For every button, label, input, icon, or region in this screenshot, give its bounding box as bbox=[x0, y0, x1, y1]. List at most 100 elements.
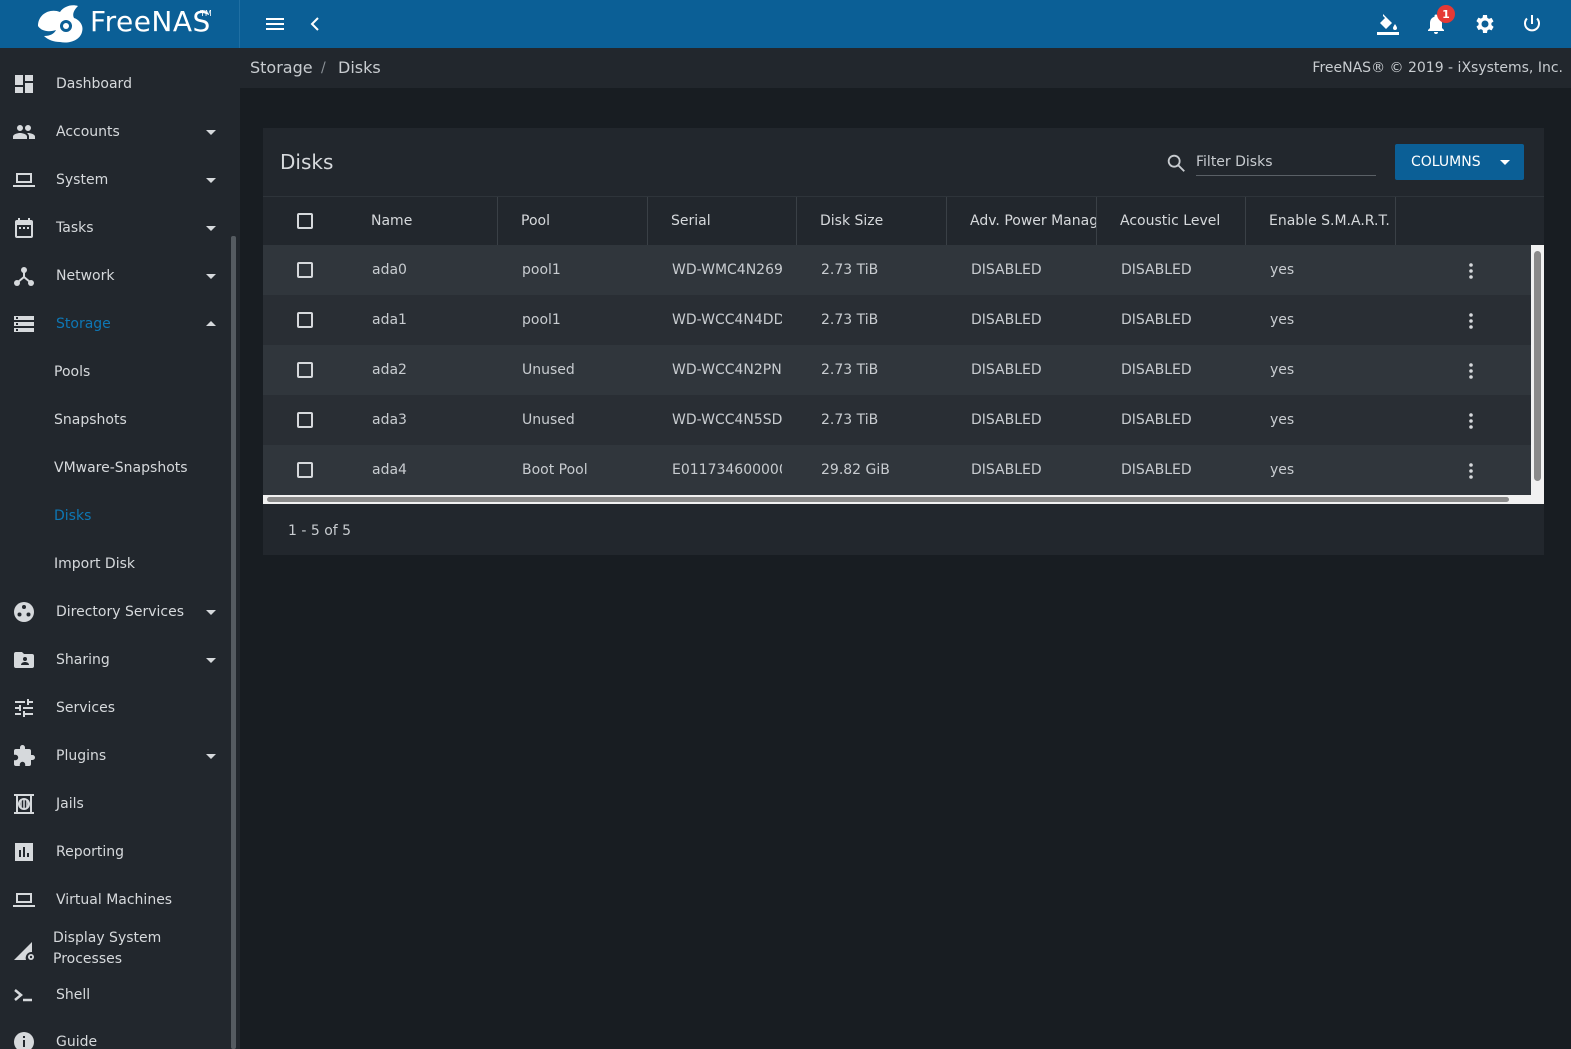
column-header-disk-size[interactable]: Disk Size bbox=[820, 197, 945, 245]
column-divider[interactable] bbox=[647, 197, 648, 245]
sidebar-item-dashboard[interactable]: Dashboard bbox=[0, 60, 230, 108]
page-title: Disks bbox=[280, 150, 334, 174]
theme-button[interactable] bbox=[1376, 12, 1400, 36]
more-vert-icon[interactable] bbox=[1461, 311, 1481, 331]
cell-adv-power: DISABLED bbox=[971, 312, 1042, 328]
sidebar-item-directory-services[interactable]: Directory Services bbox=[0, 588, 230, 636]
row-checkbox[interactable] bbox=[297, 362, 313, 378]
row-checkbox[interactable] bbox=[297, 262, 313, 278]
sidebar-item-label: System bbox=[56, 172, 109, 188]
cell-smart: yes bbox=[1270, 312, 1295, 328]
sidebar-subitem-label: Snapshots bbox=[54, 412, 127, 428]
column-divider[interactable] bbox=[1096, 197, 1097, 245]
power-icon bbox=[1524, 15, 1540, 32]
power-button[interactable] bbox=[1520, 12, 1544, 36]
filter-disks-input[interactable] bbox=[1196, 148, 1376, 176]
row-checkbox[interactable] bbox=[297, 412, 313, 428]
sidebar-item-label: Services bbox=[56, 700, 116, 716]
sidebar-subitem-disks[interactable]: Disks bbox=[0, 492, 230, 540]
column-divider[interactable] bbox=[946, 197, 947, 245]
cell-smart: yes bbox=[1270, 262, 1295, 278]
tune-icon bbox=[15, 699, 33, 717]
column-header-enable-smart[interactable]: Enable S.M.A.R.T. bbox=[1269, 197, 1395, 245]
column-divider[interactable] bbox=[796, 197, 797, 245]
sidebar-item-services[interactable]: Services bbox=[0, 684, 230, 732]
dashboard-icon bbox=[15, 75, 33, 93]
cell-acoustic: DISABLED bbox=[1121, 312, 1192, 328]
table-row[interactable]: ada0 pool1 WD-WMC4N269 2.73 TiB DISABLED… bbox=[263, 245, 1531, 295]
sidebar-item-display-system-processes[interactable]: Display System Processes bbox=[0, 924, 230, 976]
sidebar-scrollbar[interactable] bbox=[231, 236, 236, 1049]
caret-up-icon bbox=[206, 321, 216, 326]
sidebar-item-jails[interactable]: Jails bbox=[0, 780, 230, 828]
more-vert-icon[interactable] bbox=[1461, 461, 1481, 481]
settings-button[interactable] bbox=[1472, 12, 1496, 36]
column-divider[interactable] bbox=[1245, 197, 1246, 245]
copyright-text: FreeNAS® © 2019 - iXsystems, Inc. bbox=[1312, 60, 1563, 76]
table-vertical-scrollbar[interactable] bbox=[1531, 245, 1544, 495]
sidebar-item-sharing[interactable]: Sharing bbox=[0, 636, 230, 684]
cell-acoustic: DISABLED bbox=[1121, 362, 1192, 378]
sidebar-item-label: Plugins bbox=[56, 748, 107, 764]
table-row[interactable]: ada3 Unused WD-WCC4N5SD 2.73 TiB DISABLE… bbox=[263, 395, 1531, 445]
sidebar-item-plugins[interactable]: Plugins bbox=[0, 732, 230, 780]
scrollbar-thumb[interactable] bbox=[1534, 251, 1541, 481]
sidebar-subitem-label: VMware-Snapshots bbox=[54, 460, 188, 476]
breadcrumb: Storage / Disks FreeNAS® © 2019 - iXsyst… bbox=[240, 48, 1571, 88]
cell-serial: WD-WMC4N269 bbox=[672, 262, 782, 278]
caret-down-icon bbox=[1500, 160, 1510, 165]
table-row[interactable]: ada1 pool1 WD-WCC4N4DD 2.73 TiB DISABLED… bbox=[263, 295, 1531, 345]
column-header-name[interactable]: Name bbox=[371, 197, 496, 245]
gear-icon bbox=[1476, 15, 1494, 33]
sidebar-item-label: Shell bbox=[56, 987, 91, 1003]
sidebar-subitem-label: Import Disk bbox=[54, 556, 135, 572]
breadcrumb-storage-link[interactable]: Storage bbox=[250, 58, 313, 77]
select-all-checkbox[interactable] bbox=[297, 213, 313, 229]
sidebar-subitem-import-disk[interactable]: Import Disk bbox=[0, 540, 230, 588]
sidebar: Dashboard Accounts System Tasks Network … bbox=[0, 48, 240, 1049]
sidebar-item-system[interactable]: System bbox=[0, 156, 230, 204]
notification-badge: 1 bbox=[1437, 5, 1455, 23]
search-icon bbox=[1167, 154, 1185, 172]
disks-card: Disks COLUMNS Name Pool Serial Disk Size… bbox=[263, 128, 1544, 555]
row-checkbox[interactable] bbox=[297, 312, 313, 328]
menu-toggle-button[interactable] bbox=[263, 12, 287, 36]
cell-adv-power: DISABLED bbox=[971, 412, 1042, 428]
sidebar-subitem-snapshots[interactable]: Snapshots bbox=[0, 396, 230, 444]
sidebar-item-storage[interactable]: Storage bbox=[0, 300, 230, 348]
more-vert-icon[interactable] bbox=[1461, 361, 1481, 381]
back-button[interactable] bbox=[303, 12, 327, 36]
sidebar-item-accounts[interactable]: Accounts bbox=[0, 108, 230, 156]
scrollbar-thumb[interactable] bbox=[267, 497, 1509, 502]
table-row[interactable]: ada2 Unused WD-WCC4N2PN 2.73 TiB DISABLE… bbox=[263, 345, 1531, 395]
cell-pool: pool1 bbox=[522, 262, 561, 278]
sidebar-subitem-pools[interactable]: Pools bbox=[0, 348, 230, 396]
more-vert-icon[interactable] bbox=[1461, 411, 1481, 431]
columns-button[interactable]: COLUMNS bbox=[1395, 144, 1524, 180]
table-row[interactable]: ada4 Boot Pool E011734600000 29.82 GiB D… bbox=[263, 445, 1531, 495]
column-header-adv-power-management[interactable]: Adv. Power Manag bbox=[970, 197, 1097, 245]
trademark: TM bbox=[200, 9, 212, 18]
column-header-pool[interactable]: Pool bbox=[521, 197, 646, 245]
sidebar-item-shell[interactable]: Shell bbox=[0, 971, 230, 1019]
hamburger-icon bbox=[266, 18, 284, 30]
column-header-serial[interactable]: Serial bbox=[671, 197, 796, 245]
sidebar-item-reporting[interactable]: Reporting bbox=[0, 828, 230, 876]
sidebar-item-label: Display System bbox=[53, 930, 162, 946]
column-header-acoustic-level[interactable]: Acoustic Level bbox=[1120, 197, 1245, 245]
more-vert-icon[interactable] bbox=[1461, 261, 1481, 281]
computer-icon bbox=[13, 893, 35, 907]
sidebar-subitem-vmware-snapshots[interactable]: VMware-Snapshots bbox=[0, 444, 230, 492]
cell-name: ada2 bbox=[372, 362, 407, 378]
table-horizontal-scrollbar[interactable] bbox=[263, 495, 1544, 504]
sidebar-item-label: Directory Services bbox=[56, 604, 185, 620]
sidebar-item-tasks[interactable]: Tasks bbox=[0, 204, 230, 252]
caret-down-icon bbox=[206, 754, 216, 759]
sidebar-item-virtual-machines[interactable]: Virtual Machines bbox=[0, 876, 230, 924]
caret-down-icon bbox=[206, 274, 216, 279]
row-checkbox[interactable] bbox=[297, 462, 313, 478]
column-divider[interactable] bbox=[497, 197, 498, 245]
sidebar-item-network[interactable]: Network bbox=[0, 252, 230, 300]
column-divider[interactable] bbox=[1395, 197, 1396, 245]
sidebar-item-guide[interactable]: Guide bbox=[0, 1018, 230, 1049]
